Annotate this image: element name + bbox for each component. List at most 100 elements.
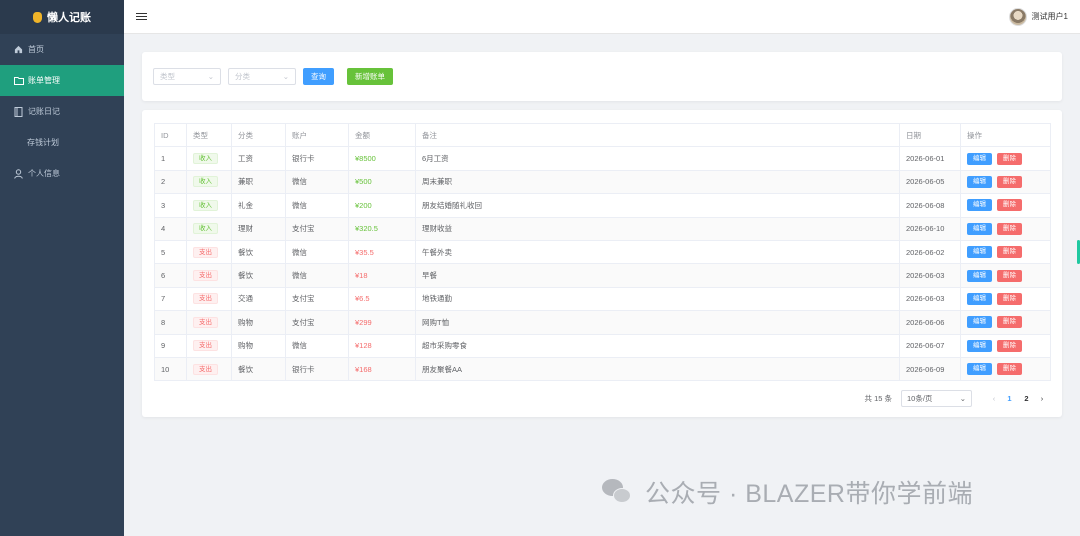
account-value: 银行卡 bbox=[292, 364, 315, 374]
account-value: 支付宝 bbox=[292, 317, 315, 327]
cell-note: 理财收益 bbox=[415, 217, 900, 241]
edit-button[interactable]: 编辑 bbox=[967, 363, 992, 376]
edit-button[interactable]: 编辑 bbox=[967, 339, 992, 352]
top-header: 测试用户1 bbox=[124, 0, 1080, 34]
type-value: 支出 bbox=[193, 363, 218, 375]
watermark-text: 公众号 · BLAZER带你学前端 bbox=[645, 480, 973, 508]
cell-note: 6月工资 bbox=[415, 146, 900, 171]
prev-page-icon[interactable]: ‹ bbox=[987, 394, 1001, 403]
next-page-icon[interactable]: › bbox=[1035, 394, 1049, 403]
avatar[interactable] bbox=[1008, 7, 1027, 26]
cell-amount: ¥8500 bbox=[348, 146, 416, 171]
edit-button[interactable]: 编辑 bbox=[967, 175, 992, 188]
table-row[interactable]: 9 支出 购物 微信 ¥128 超市采购零食 2026-06-07 编辑 删除 bbox=[154, 334, 1051, 358]
app-logo[interactable]: 懒人记账 bbox=[0, 0, 124, 34]
cell-category: 餐饮 bbox=[231, 263, 286, 288]
edit-button[interactable]: 编辑 bbox=[967, 199, 992, 212]
sidebar-item-2[interactable]: 记账日记 bbox=[0, 96, 124, 127]
type-value: 收入 bbox=[193, 153, 218, 165]
id-value: 3 bbox=[161, 200, 166, 210]
table-row[interactable]: 2 收入 兼职 微信 ¥500 周末兼职 2026-06-05 编辑 删除 bbox=[154, 170, 1051, 195]
cell-actions: 编辑 删除 bbox=[960, 263, 1051, 288]
delete-button[interactable]: 删除 bbox=[997, 292, 1022, 305]
cell-date: 2026-06-08 bbox=[899, 193, 961, 218]
category-value: 工资 bbox=[238, 154, 253, 164]
id-value: 1 bbox=[161, 154, 166, 164]
sidebar-item-4[interactable]: 个人信息 bbox=[0, 158, 124, 189]
cell-actions: 编辑 删除 bbox=[960, 193, 1051, 218]
delete-button[interactable]: 删除 bbox=[997, 363, 1022, 376]
edit-button[interactable]: 编辑 bbox=[967, 222, 992, 235]
menu-toggle-icon[interactable] bbox=[136, 13, 147, 20]
table-row[interactable]: 8 支出 购物 支付宝 ¥299 网购T恤 2026-06-06 编辑 删除 bbox=[154, 310, 1051, 335]
edit-button[interactable]: 编辑 bbox=[967, 292, 992, 305]
delete-button[interactable]: 删除 bbox=[997, 246, 1022, 259]
sidebar-item-0[interactable]: 首页 bbox=[0, 34, 124, 65]
table-row[interactable]: 1 收入 工资 银行卡 ¥8500 6月工资 2026-06-01 编辑 删除 bbox=[154, 146, 1051, 171]
delete-button[interactable]: 删除 bbox=[997, 152, 1022, 165]
table-row[interactable]: 10 支出 餐饮 银行卡 ¥168 朋友聚餐AA 2026-06-09 编辑 删除 bbox=[154, 357, 1051, 382]
cell-note: 朋友聚餐AA bbox=[415, 357, 900, 382]
cell-account: 微信 bbox=[285, 240, 349, 265]
edit-button[interactable]: 编辑 bbox=[967, 316, 992, 329]
page-number[interactable]: 2 bbox=[1018, 394, 1035, 403]
chevron-down-icon: ⌄ bbox=[282, 72, 289, 81]
type-select[interactable]: 类型 ⌄ bbox=[153, 68, 221, 85]
account-value: 微信 bbox=[292, 200, 307, 210]
note-value: 午餐外卖 bbox=[422, 247, 452, 257]
type-select-placeholder: 类型 bbox=[160, 72, 175, 81]
note-value: 理财收益 bbox=[422, 224, 452, 234]
bill-table: ID 类型 分类 账户 金额 备注 日期 操作 1 收入 工资 银行卡 ¥8500 6月工资 2026-0… bbox=[154, 123, 1051, 382]
table-row[interactable]: 7 支出 交通 支付宝 ¥6.5 地铁通勤 2026-06-03 编辑 删除 bbox=[154, 287, 1051, 312]
table-row[interactable]: 3 收入 礼金 微信 ¥200 朋友结婚随礼收回 2026-06-08 编辑 删除 bbox=[154, 193, 1051, 218]
table-row[interactable]: 5 支出 餐饮 微信 ¥35.5 午餐外卖 2026-06-02 编辑 删除 bbox=[154, 240, 1051, 265]
category-value: 餐饮 bbox=[238, 271, 253, 281]
table-row[interactable]: 4 收入 理财 支付宝 ¥320.5 理财收益 2026-06-10 编辑 删除 bbox=[154, 217, 1051, 241]
delete-button[interactable]: 删除 bbox=[997, 269, 1022, 282]
sidebar-item-1[interactable]: 账单管理 bbox=[0, 65, 124, 96]
sidebar-item-3[interactable]: 存钱计划 bbox=[0, 127, 124, 158]
edit-button[interactable]: 编辑 bbox=[967, 246, 992, 259]
delete-button[interactable]: 删除 bbox=[997, 316, 1022, 329]
cell-date: 2026-06-03 bbox=[899, 287, 961, 312]
add-bill-button[interactable]: 新增账单 bbox=[347, 68, 393, 85]
user-menu[interactable]: 测试用户1 bbox=[1008, 7, 1068, 26]
cell-account: 微信 bbox=[285, 170, 349, 195]
delete-button[interactable]: 删除 bbox=[997, 339, 1022, 352]
sidebar-item-label: 记账日记 bbox=[28, 107, 60, 116]
column-header: 操作 bbox=[960, 123, 1051, 148]
amount-value: ¥500 bbox=[355, 177, 372, 187]
edit-button[interactable]: 编辑 bbox=[967, 152, 992, 165]
cell-account: 微信 bbox=[285, 193, 349, 218]
category-select[interactable]: 分类 ⌄ bbox=[228, 68, 296, 85]
cell-actions: 编辑 删除 bbox=[960, 240, 1051, 265]
id-value: 9 bbox=[161, 341, 166, 351]
category-value: 购物 bbox=[238, 341, 253, 351]
page-number[interactable]: 1 bbox=[1001, 394, 1018, 403]
type-value: 支出 bbox=[193, 316, 218, 328]
page-size-select[interactable]: 10条/页 ⌄ bbox=[901, 389, 972, 407]
cell-note: 早餐 bbox=[415, 263, 900, 288]
bill-table-card: ID 类型 分类 账户 金额 备注 日期 操作 1 收入 工资 银行卡 ¥8500 6月工资 2026-0… bbox=[142, 110, 1062, 417]
table-body: 1 收入 工资 银行卡 ¥8500 6月工资 2026-06-01 编辑 删除 2 收入 兼职 微信 ¥5… bbox=[154, 146, 1051, 382]
cell-amount: ¥35.5 bbox=[348, 240, 416, 265]
delete-button[interactable]: 删除 bbox=[997, 199, 1022, 212]
edit-button[interactable]: 编辑 bbox=[967, 269, 992, 282]
cell-amount: ¥200 bbox=[348, 193, 416, 218]
category-value: 礼金 bbox=[238, 200, 253, 210]
cell-id: 10 bbox=[154, 357, 187, 382]
note-value: 6月工资 bbox=[422, 154, 449, 164]
table-row[interactable]: 6 支出 餐饮 微信 ¥18 早餐 2026-06-03 编辑 删除 bbox=[154, 263, 1051, 288]
delete-button[interactable]: 删除 bbox=[997, 175, 1022, 188]
delete-button[interactable]: 删除 bbox=[997, 222, 1022, 235]
category-value: 购物 bbox=[238, 317, 253, 327]
money-bag-icon bbox=[33, 11, 42, 23]
cell-id: 7 bbox=[154, 287, 187, 312]
date-value: 2026-06-05 bbox=[906, 177, 945, 187]
folder-icon bbox=[13, 76, 24, 85]
amount-value: ¥8500 bbox=[355, 154, 376, 164]
cell-actions: 编辑 删除 bbox=[960, 217, 1051, 241]
sidebar-item-label: 首页 bbox=[28, 45, 44, 54]
account-value: 微信 bbox=[292, 341, 307, 351]
query-button[interactable]: 查询 bbox=[303, 68, 334, 85]
